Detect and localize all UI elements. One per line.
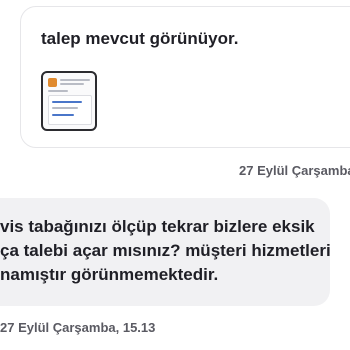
attachment-thumbnail[interactable] [41,71,97,131]
thumb-line [60,83,84,85]
thumb-line [52,107,78,109]
thumb-line [52,101,82,103]
thumb-line [60,79,90,81]
incoming-message-text: vis tabağınızı ölçüp tekrar bizlere eksi… [0,215,340,287]
outgoing-message-bubble: talep mevcut görünüyor. [20,6,350,148]
incoming-message-line: namıştır görünmemektedir. [0,265,219,284]
incoming-message-timestamp: 27 Eylül Çarşamba, 15.13 [0,320,156,335]
thumb-line [48,90,68,92]
thumb-card [48,95,92,125]
document-logo-icon [48,78,57,87]
chat-view: talep mevcut görünüyor. 27 Eylül Çarşamb… [0,0,350,350]
thumb-line [52,114,74,116]
outgoing-message-timestamp: 27 Eylül Çarşamba [239,163,350,178]
outgoing-message-text: talep mevcut görünüyor. [41,29,239,48]
incoming-message-line: vis tabağınızı ölçüp tekrar bizlere eksi… [0,217,315,236]
incoming-message-line: ça talebi açar mısınız? müşteri hizmetle… [0,241,331,260]
incoming-message-bubble: vis tabağınızı ölçüp tekrar bizlere eksi… [0,198,331,306]
